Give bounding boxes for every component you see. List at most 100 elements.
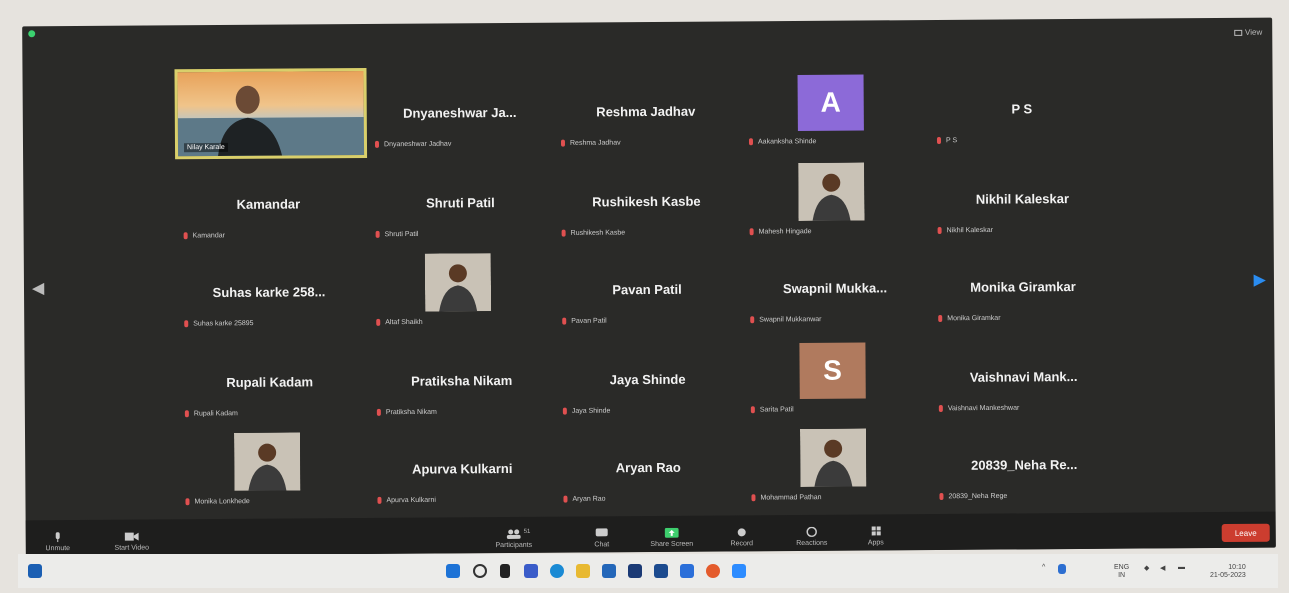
participant-tile[interactable]: Jaya Shinde Jaya Shinde [554,333,741,420]
chat-icon [595,528,608,537]
chat-app-icon[interactable] [524,564,538,578]
leave-button[interactable]: Leave [1221,523,1270,543]
muted-microphone-icon [560,139,566,147]
widgets-icon[interactable] [28,564,42,578]
muted-microphone-icon [374,140,380,148]
camera-app-icon[interactable] [654,564,668,578]
muted-microphone-icon [376,318,381,326]
language-indicator[interactable]: ENG IN [1114,564,1129,580]
participant-tile[interactable]: Reshma Jadhav Reshma Jadhav [552,65,739,152]
participant-tile[interactable]: Dnyaneshwar Ja... Dnyaneshwar Jadhav [366,67,553,154]
participant-display-name: Suhas karke 258... [212,284,326,301]
participant-display-name: Swapnil Mukka... [782,280,888,297]
muted-microphone-icon [936,136,942,144]
muted-microphone-icon [183,231,188,239]
chat-button[interactable]: Chat [572,528,632,548]
profile-photo [424,253,492,312]
share-screen-button[interactable]: Share Screen [642,527,702,548]
participant-name-label: Pratiksha Nikam [376,408,437,416]
chrome-browser-icon[interactable] [706,564,720,578]
apps-icon [871,526,881,536]
participant-tile[interactable]: Rupali Kadam Rupali Kadam [176,336,363,423]
participant-display-name: Aryan Rao [615,459,681,476]
participant-name-label: Rushikesh Kasbe [561,229,625,237]
participant-tile[interactable]: Kamandar Kamandar [175,158,362,245]
app-icon[interactable] [680,564,694,578]
profile-photo [234,432,301,491]
edge-browser-icon[interactable] [550,564,564,578]
participant-name-label: Swapnil Mukkanwar [750,315,822,323]
search-icon[interactable] [473,564,487,578]
tray-app-icon[interactable] [1058,564,1066,574]
volume-icon[interactable]: ◀ [1160,564,1165,572]
participant-name-label: Rupali Kadam [184,409,238,418]
participant-tile[interactable]: Apurva Kulkarni Apurva Kulkarni [369,423,556,510]
participant-name-label: Dnyaneshwar Jadhav [374,140,451,148]
record-button[interactable]: Record [712,527,772,547]
start-video-button[interactable]: Start Video [102,531,162,552]
participant-tile[interactable]: Altaf Shaikh [368,245,555,332]
participant-name-label: Vaishnavi Mankeshwar [938,404,1019,412]
participant-tile[interactable]: Monika Giramkar Monika Giramkar [930,241,1117,328]
participant-tile[interactable]: Pavan Patil Pavan Patil [554,243,741,330]
participants-icon [506,529,521,539]
unmute-button[interactable]: Unmute [28,532,88,552]
participant-tile[interactable]: 20839_Neha Re... 20839_Neha Rege [931,419,1118,506]
participant-tile[interactable]: Mahesh Hingade [741,154,928,241]
battery-icon[interactable]: ▬ [1178,564,1185,571]
participant-display-name: Pratiksha Nikam [411,372,513,389]
participant-display-name: Dnyaneshwar Ja... [402,104,517,121]
participant-tile[interactable]: P S P S [928,63,1115,150]
participant-tile[interactable]: Aryan Rao Aryan Rao [555,421,742,508]
participant-tile[interactable]: Swapnil Mukka... Swapnil Mukkanwar [742,242,929,329]
record-icon [737,528,746,537]
start-menu-icon[interactable] [446,564,460,578]
zoom-app-icon[interactable] [732,564,746,578]
participant-name-text: Mahesh Hingade [758,227,812,236]
participant-display-name: P S [1011,101,1033,117]
muted-microphone-icon [751,493,756,501]
participant-tile[interactable]: Suhas karke 258... Suhas karke 25895 [176,246,363,333]
active-speaker-tile[interactable]: Nilay Karale [174,67,368,160]
participant-name-label: 20839_Neha Rege [939,492,1007,500]
tray-overflow-icon[interactable]: ^ [1042,564,1045,571]
participant-tile[interactable]: S Sarita Patil [742,332,929,419]
apps-button[interactable]: Apps [846,526,906,546]
dropbox-icon[interactable] [628,564,642,578]
muted-microphone-icon [750,405,755,413]
participant-tile[interactable]: Nikhil Kaleskar Nikhil Kaleskar [929,153,1116,240]
participant-tile[interactable]: Monika Lonkhede [177,424,364,511]
previous-page-arrow-icon[interactable]: ◀ [32,278,44,298]
task-view-icon[interactable] [500,564,510,578]
participant-name-label: Pavan Patil [562,317,607,325]
participant-tile[interactable]: Rushikesh Kasbe Rushikesh Kasbe [553,155,740,242]
participant-tile[interactable]: Vaishnavi Mank... Vaishnavi Mankeshwar [930,331,1117,418]
participant-tile[interactable]: Mohammad Pathan [743,420,930,507]
avatar-initial: S [799,342,866,399]
reactions-button[interactable]: Reactions [782,526,842,547]
participant-name-label: Reshma Jadhav [560,139,621,147]
next-page-arrow-icon[interactable]: ▶ [1254,270,1266,290]
gallery-view-icon [1234,29,1243,36]
secure-indicator-icon[interactable] [28,30,36,38]
store-icon[interactable] [602,564,616,578]
participant-tile[interactable]: Pratiksha Nikam Pratiksha Nikam [368,335,555,422]
participant-tile[interactable]: Shruti Patil Shruti Patil [367,157,554,244]
participants-button[interactable]: Participants 51 [484,529,544,549]
muted-microphone-icon [937,226,942,234]
clock[interactable]: 10:10 21-05-2023 [1210,564,1246,580]
windows-taskbar: ^ ENG IN ◆ ◀ ▬ 10:10 21-05-2023 [18,554,1278,588]
wifi-icon[interactable]: ◆ [1144,564,1149,572]
muted-microphone-icon [938,404,943,412]
participant-display-name: Shruti Patil [426,195,495,211]
participant-tile[interactable]: A Aakanksha Shinde [740,64,927,151]
muted-microphone-icon [939,492,944,500]
muted-microphone-icon [562,407,567,415]
muted-microphone-icon [376,408,381,416]
participant-name-label: Nikhil Kaleskar [937,226,993,234]
participant-name-label: Jaya Shinde [562,407,610,415]
view-button[interactable]: View [1234,28,1262,37]
file-explorer-icon[interactable] [576,564,590,578]
participant-name-label: Aryan Rao [563,495,606,503]
muted-microphone-icon [561,229,566,237]
